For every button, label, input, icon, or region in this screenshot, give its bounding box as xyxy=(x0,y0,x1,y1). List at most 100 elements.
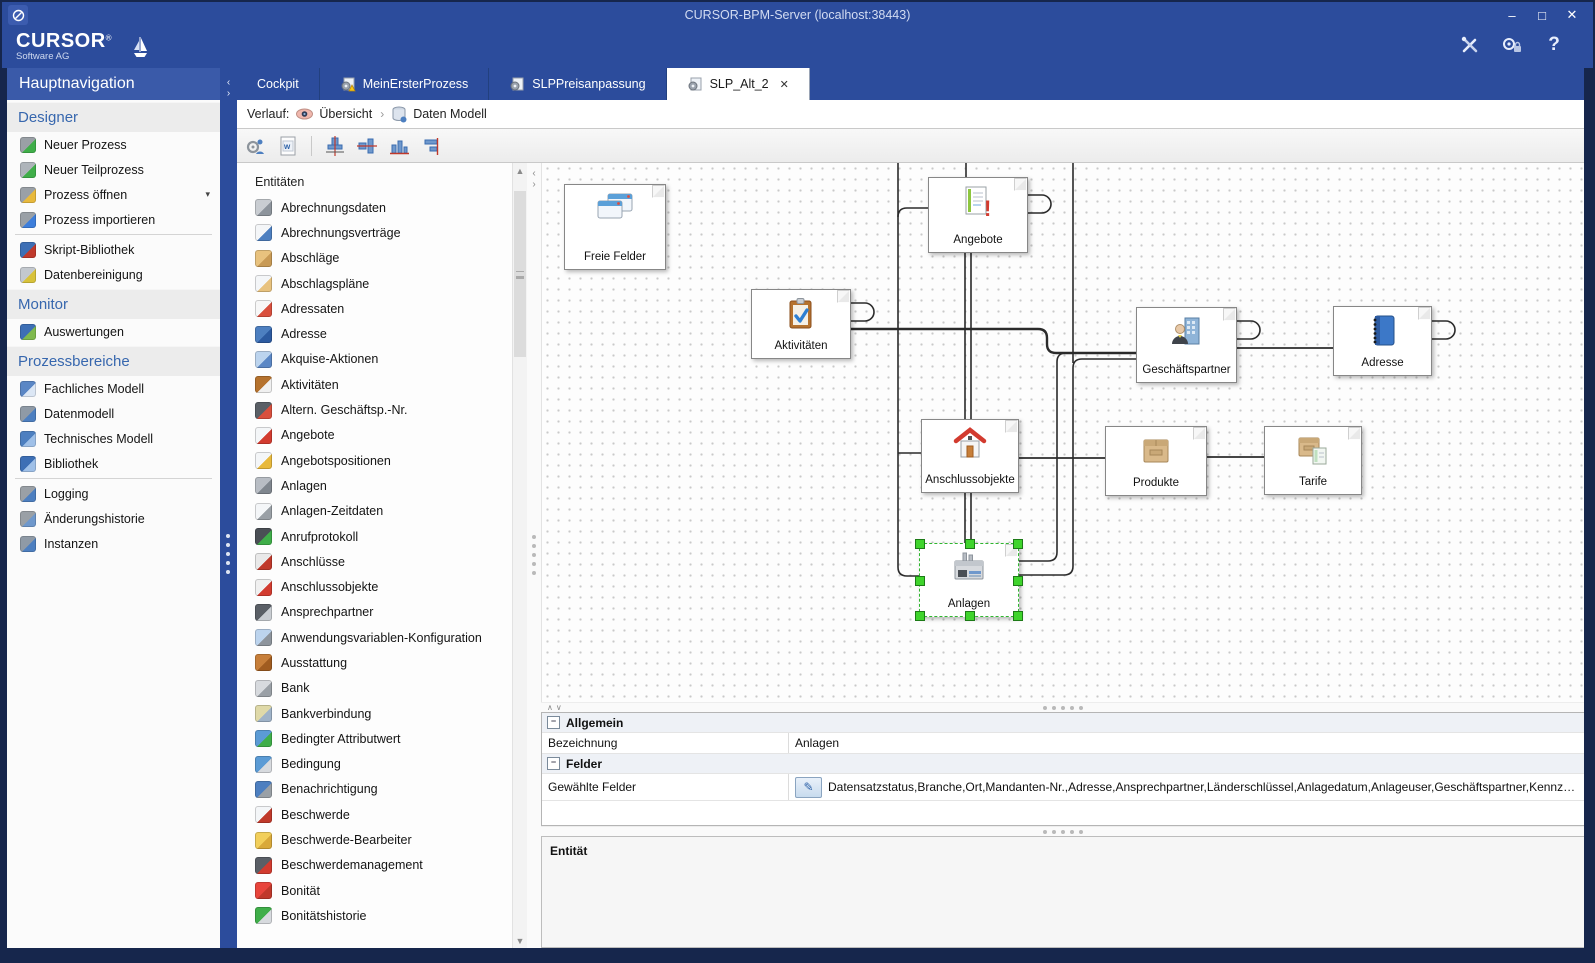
tab-cockpit[interactable]: Cockpit xyxy=(237,68,320,100)
entity-item-bedingung[interactable]: Bedingung xyxy=(237,752,513,777)
sidebar-item-prozess-importieren[interactable]: Prozess importieren xyxy=(7,207,220,232)
sidebar-item-neuer-prozess[interactable]: Neuer Prozess xyxy=(7,132,220,157)
diagram-canvas[interactable]: Freie Felder !Angebote Aktivitäten Geschäft… xyxy=(541,163,1584,702)
diagram-node-produkte[interactable]: Produkte xyxy=(1105,426,1207,496)
collapse-icon[interactable]: − xyxy=(547,757,560,770)
sidebar-item-bibliothek[interactable]: Bibliothek xyxy=(7,451,220,476)
scroll-up-icon[interactable]: ▲ xyxy=(513,163,527,178)
entity-item-anlagen[interactable]: Anlagen xyxy=(237,473,513,498)
collapse-right-icon[interactable]: › xyxy=(220,89,237,99)
deployment-gears-icon[interactable] xyxy=(1501,34,1523,56)
entity-item-anschl-sse[interactable]: Anschlüsse xyxy=(237,549,513,574)
entity-item-anrufprotokoll[interactable]: Anrufprotokoll xyxy=(237,524,513,549)
sidebar-item-datenmodell[interactable]: Datenmodell xyxy=(7,401,220,426)
collapse-left-icon[interactable]: ‹ xyxy=(220,78,237,88)
entity-item-bedingter-attributwert[interactable]: Bedingter Attributwert xyxy=(237,726,513,751)
diagram-node-adresse[interactable]: Adresse xyxy=(1333,306,1432,376)
diagram-node-aktivitaeten[interactable]: Aktivitäten xyxy=(751,289,851,359)
splitter-left-icon[interactable]: ‹ xyxy=(527,169,541,179)
tab-meinersterprozess[interactable]: MeinErsterProzess xyxy=(320,68,490,100)
edit-fields-button[interactable]: ✎ xyxy=(795,777,822,798)
diagram-node-angebote[interactable]: !Angebote xyxy=(928,177,1028,253)
align-right-icon[interactable] xyxy=(420,135,442,157)
entity-item-anlagen-zeitdaten[interactable]: Anlagen-Zeitdaten xyxy=(237,499,513,524)
selection-handle[interactable] xyxy=(915,539,925,549)
entity-item-bank[interactable]: Bank xyxy=(237,676,513,701)
entity-item-bonit-tshistorie[interactable]: Bonitätshistorie xyxy=(237,903,513,928)
diagram-node-anschlussobjekte[interactable]: Anschlussobjekte xyxy=(921,419,1019,493)
maximize-button[interactable]: □ xyxy=(1529,5,1555,25)
align-middle-icon[interactable] xyxy=(324,135,346,157)
process-settings-icon[interactable] xyxy=(245,135,267,157)
entity-item-altern-gesch-ftsp-nr[interactable]: Altern. Geschäftsp.-Nr. xyxy=(237,397,513,422)
word-export-icon[interactable]: w xyxy=(277,135,299,157)
diagram-node-geschaeftspartner[interactable]: Geschäftspartner xyxy=(1136,307,1237,383)
diagram-edge[interactable] xyxy=(849,329,1136,353)
entity-item-abrechnungsvertr-ge[interactable]: Abrechnungsverträge xyxy=(237,220,513,245)
horizontal-splitter[interactable] xyxy=(541,826,1584,836)
diagram-edge[interactable] xyxy=(1026,195,1051,213)
entity-item-anwendungsvariablen-konfiguration[interactable]: Anwendungsvariablen-Konfiguration xyxy=(237,625,513,650)
help-icon[interactable]: ? xyxy=(1543,34,1565,56)
tab-slppreisanpassung[interactable]: SLPPreisanpassung xyxy=(489,68,666,100)
chevron-down-icon[interactable]: ▾ xyxy=(205,189,210,200)
collapse-icon[interactable]: − xyxy=(547,716,560,729)
entity-item-abschl-ge[interactable]: Abschläge xyxy=(237,246,513,271)
sidebar-item-skript-bibliothek[interactable]: Skript-Bibliothek xyxy=(7,237,220,262)
scroll-down-icon[interactable]: ▼ xyxy=(513,933,527,948)
sidebar-item-prozess-ffnen[interactable]: Prozess öffnen▾ xyxy=(7,182,220,207)
splitter-grip[interactable] xyxy=(532,535,536,575)
selection-handle[interactable] xyxy=(915,611,925,621)
entity-item-bonit-t[interactable]: Bonität xyxy=(237,878,513,903)
diagram-node-anlagen[interactable]: Anlagen xyxy=(919,543,1019,617)
selection-handle[interactable] xyxy=(965,539,975,549)
sidebar-item-neuer-teilprozess[interactable]: Neuer Teilprozess xyxy=(7,157,220,182)
entity-item-angebote[interactable]: Angebote xyxy=(237,423,513,448)
minimize-button[interactable]: – xyxy=(1499,5,1525,25)
diagram-node-freie-felder[interactable]: Freie Felder xyxy=(564,184,666,270)
splitter-grip[interactable] xyxy=(226,534,230,574)
entity-list-scrollbar[interactable]: ▲ ▼ xyxy=(512,163,527,948)
breadcrumb-item-daten-modell[interactable]: Daten Modell xyxy=(392,106,487,123)
horizontal-splitter[interactable]: ∧∨ xyxy=(541,702,1584,712)
diagram-node-tarife[interactable]: Tarife xyxy=(1264,426,1362,495)
close-button[interactable]: ✕ xyxy=(1559,5,1585,25)
sidebar-collapse-strip[interactable]: ‹ › xyxy=(220,68,237,948)
entity-item-aktivit-ten[interactable]: Aktivitäten xyxy=(237,372,513,397)
entity-item-ansprechpartner[interactable]: Ansprechpartner xyxy=(237,600,513,625)
sidebar-item-logging[interactable]: Logging xyxy=(7,481,220,506)
breadcrumb-item-bersicht[interactable]: Übersicht xyxy=(296,107,372,121)
entity-item-adresse[interactable]: Adresse xyxy=(237,321,513,346)
scrollbar-thumb[interactable] xyxy=(514,191,526,357)
entity-item-bankverbindung[interactable]: Bankverbindung xyxy=(237,701,513,726)
diagram-edge[interactable] xyxy=(898,208,928,576)
splitter-right-icon[interactable]: › xyxy=(527,180,541,190)
selection-handle[interactable] xyxy=(1013,611,1023,621)
tab-slp-alt-2[interactable]: SLP_Alt_2✕ xyxy=(667,68,810,100)
selection-handle[interactable] xyxy=(1013,539,1023,549)
sidebar-item-auswertungen[interactable]: Auswertungen xyxy=(7,319,220,344)
align-bottom-icon[interactable] xyxy=(388,135,410,157)
entity-item-angebotspositionen[interactable]: Angebotspositionen xyxy=(237,448,513,473)
entity-item-ausstattung[interactable]: Ausstattung xyxy=(237,650,513,675)
property-value[interactable]: Anlagen xyxy=(795,736,839,750)
selection-handle[interactable] xyxy=(1013,576,1023,586)
entity-item-beschwerde[interactable]: Beschwerde xyxy=(237,802,513,827)
sidebar-item-datenbereinigung[interactable]: Datenbereinigung xyxy=(7,262,220,287)
close-tab-icon[interactable]: ✕ xyxy=(780,78,789,91)
sidebar-item-technisches-modell[interactable]: Technisches Modell xyxy=(7,426,220,451)
entity-item-beschwerdemanagement[interactable]: Beschwerdemanagement xyxy=(237,853,513,878)
sidebar-item-nderungshistorie[interactable]: Änderungshistorie xyxy=(7,506,220,531)
panel-splitter[interactable]: ‹ › xyxy=(527,163,541,948)
splitter-arrows[interactable]: ∧∨ xyxy=(547,703,565,712)
splitter-grip[interactable] xyxy=(1043,706,1083,710)
entity-item-benachrichtigung[interactable]: Benachrichtigung xyxy=(237,777,513,802)
diagram-edge[interactable] xyxy=(1430,321,1455,339)
entity-item-anschlussobjekte[interactable]: Anschlussobjekte xyxy=(237,574,513,599)
sidebar-item-fachliches-modell[interactable]: Fachliches Modell xyxy=(7,376,220,401)
diagram-edge[interactable] xyxy=(1235,321,1260,339)
entity-item-abschlagspl-ne[interactable]: Abschlagspläne xyxy=(237,271,513,296)
entity-item-abrechnungsdaten[interactable]: Abrechnungsdaten xyxy=(237,195,513,220)
selection-handle[interactable] xyxy=(915,576,925,586)
entity-item-beschwerde-bearbeiter[interactable]: Beschwerde-Bearbeiter xyxy=(237,827,513,852)
